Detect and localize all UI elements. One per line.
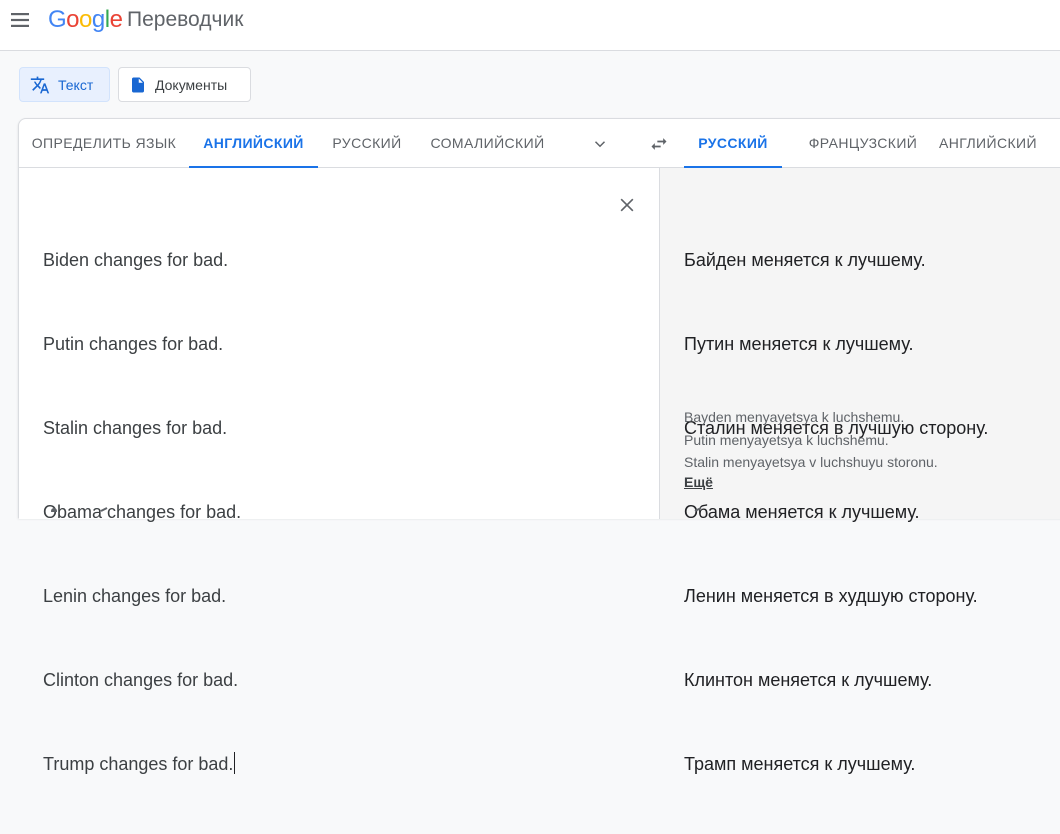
listen-translation-speaker-icon[interactable] (692, 506, 706, 512)
tab-detect-language[interactable]: ОПРЕДЕЛИТЬ ЯЗЫК (19, 119, 189, 167)
source-line: Biden changes for bad. (43, 250, 229, 270)
google-logo[interactable]: Google (48, 6, 123, 34)
tab-target-english[interactable]: АНГЛИЙСКИЙ (924, 119, 1052, 167)
translation-line: Клинтон меняется к лучшему. (684, 670, 933, 690)
tab-source-russian[interactable]: РУССКИЙ (318, 119, 416, 167)
more-source-languages-chevron-icon[interactable] (591, 135, 609, 153)
translation-line: Обама меняется к лучшему. (684, 502, 920, 522)
source-panel: Biden changes for bad. Putin changes for… (19, 168, 659, 774)
source-line: Putin changes for bad. (43, 334, 224, 354)
app-title: Переводчик (127, 8, 244, 31)
documents-mode-button[interactable]: Документы (118, 67, 251, 102)
logo-letter: g (91, 6, 105, 33)
translation-panel: Байден меняется к лучшему. Путин меняетс… (659, 168, 1060, 774)
swap-languages-icon[interactable] (649, 134, 669, 154)
hamburger-menu-icon[interactable] (10, 10, 30, 30)
text-mode-label: Текст (58, 76, 94, 93)
translation-line: Трамп меняется к лучшему. (684, 754, 916, 774)
source-line: Lenin changes for bad. (43, 586, 227, 606)
transliteration-line: Stalin menyayetsya v luchshuyu storonu. (684, 454, 938, 470)
clear-text-close-icon[interactable] (617, 195, 637, 215)
tab-target-french[interactable]: ФРАНЦУЗСКИЙ (782, 119, 944, 167)
transliteration: Bayden menyayetsya k luchshemu. Putin me… (684, 406, 938, 474)
logo-letter: e (109, 6, 123, 33)
show-more-link[interactable]: Ещё (684, 474, 713, 490)
document-icon (132, 77, 144, 92)
documents-mode-label: Документы (155, 76, 228, 93)
translate-icon (30, 76, 50, 93)
source-line: Trump changes for bad. (43, 754, 234, 774)
source-line: Stalin changes for bad. (43, 418, 228, 438)
logo-letter: o (79, 6, 92, 33)
source-text-input[interactable]: Biden changes for bad. Putin changes for… (43, 190, 241, 834)
translation-line: Ленин меняется в худшую сторону. (684, 586, 978, 606)
transliteration-line: Putin menyayetsya k luchshemu. (684, 431, 889, 448)
listen-speaker-icon[interactable] (99, 506, 113, 512)
translation-output: Байден меняется к лучшему. Путин меняетс… (684, 190, 988, 834)
text-mode-button[interactable]: Текст (19, 67, 110, 102)
top-app-bar: Google Переводчик (0, 0, 1060, 51)
tab-target-russian[interactable]: РУССКИЙ (684, 119, 782, 168)
microphone-icon[interactable] (47, 506, 61, 512)
language-bar: ОПРЕДЕЛИТЬ ЯЗЫК АНГЛИЙСКИЙ РУССКИЙ СОМАЛ… (19, 119, 1060, 168)
tab-source-english[interactable]: АНГЛИЙСКИЙ (189, 119, 318, 168)
tab-source-somali[interactable]: СОМАЛИЙСКИЙ (416, 119, 559, 167)
translation-card: ОПРЕДЕЛИТЬ ЯЗЫК АНГЛИЙСКИЙ РУССКИЙ СОМАЛ… (18, 118, 1060, 774)
translation-line: Байден меняется к лучшему. (684, 250, 926, 270)
transliteration-line: Bayden menyayetsya k luchshemu. (684, 409, 905, 425)
source-line: Obama changes for bad. (43, 502, 242, 522)
logo-letter: o (66, 6, 80, 33)
source-line: Clinton changes for bad. (43, 670, 239, 690)
translation-line: Путин меняется к лучшему. (684, 334, 914, 354)
text-cursor (234, 752, 236, 774)
logo-letter: G (48, 6, 67, 33)
